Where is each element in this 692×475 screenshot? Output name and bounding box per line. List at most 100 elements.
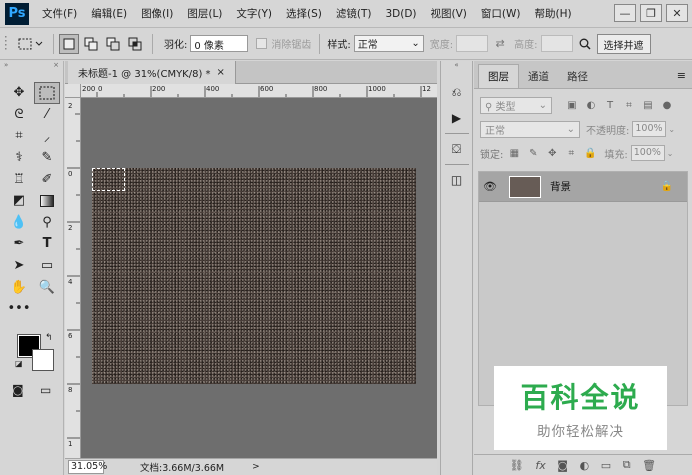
opacity-field[interactable]: 100% xyxy=(632,121,667,137)
menu-select[interactable]: 选择(S) xyxy=(279,6,329,21)
tool-preset-picker[interactable] xyxy=(16,34,46,54)
filter-type-icon[interactable]: T xyxy=(602,97,618,113)
filter-adjustment-icon[interactable]: ◐ xyxy=(583,97,599,113)
fill-field[interactable]: 100% xyxy=(630,145,665,161)
brush-icon[interactable]: ✎ xyxy=(34,147,60,169)
menu-layer[interactable]: 图层(L) xyxy=(180,6,229,21)
group-icon[interactable]: ▭ xyxy=(601,459,611,472)
menu-3d[interactable]: 3D(D) xyxy=(378,8,423,20)
document-tab[interactable]: 未标题-1 @ 31%(CMYK/8) * × xyxy=(68,61,236,84)
search-icon[interactable] xyxy=(575,34,595,54)
filter-pixel-icon[interactable]: ▣ xyxy=(564,97,580,113)
quick-mask-icon[interactable]: ◙ xyxy=(12,383,24,397)
lock-transparency-icon[interactable]: ▦ xyxy=(506,145,522,161)
status-menu-arrow[interactable]: > xyxy=(252,462,260,472)
lasso-icon[interactable]: ᘓ xyxy=(6,104,32,126)
close-tab-icon[interactable]: × xyxy=(217,67,225,78)
lock-all-icon[interactable]: 🔒 xyxy=(582,145,598,161)
chevron-down-icon[interactable]: ⌄ xyxy=(667,149,674,158)
pen-icon[interactable]: ✒ xyxy=(6,233,32,255)
style-select[interactable]: 正常 ⌄ xyxy=(353,35,424,52)
menu-view[interactable]: 视图(V) xyxy=(424,6,474,21)
add-selection-button[interactable] xyxy=(81,34,101,54)
eraser-icon[interactable]: ◩ xyxy=(6,190,32,212)
marquee-selection[interactable] xyxy=(92,168,125,191)
swap-colors-icon[interactable]: ↰ xyxy=(45,333,53,343)
lock-position-icon[interactable]: ✥ xyxy=(544,145,560,161)
background-color-swatch[interactable] xyxy=(32,349,54,371)
crop-icon[interactable]: ⌗ xyxy=(6,125,32,147)
zoom-field[interactable]: 31.05% xyxy=(68,460,107,474)
menu-type[interactable]: 文字(Y) xyxy=(229,6,279,21)
type-tool-icon[interactable]: T xyxy=(34,233,60,255)
height-input[interactable] xyxy=(540,35,573,52)
rectangular-marquee-icon[interactable] xyxy=(34,82,60,104)
canvas-viewport[interactable] xyxy=(81,98,437,458)
hand-tool-icon[interactable]: ✋ xyxy=(6,276,32,298)
close-button[interactable]: ✕ xyxy=(666,4,688,22)
dock-collapse-icon[interactable]: « xyxy=(441,61,472,71)
chevron-down-icon[interactable]: ⌄ xyxy=(668,125,675,134)
more-tools-icon[interactable]: ••• xyxy=(6,298,32,320)
delete-icon[interactable]: 🗑 xyxy=(642,459,656,472)
history-brush-icon[interactable]: ✐ xyxy=(34,168,60,190)
tab-channels[interactable]: 通道 xyxy=(519,65,558,88)
swap-icon[interactable]: ⇄ xyxy=(490,34,510,54)
panel-menu-icon[interactable]: ≡ xyxy=(677,69,686,82)
lock-icon[interactable]: 🔒 xyxy=(661,181,673,192)
menu-file[interactable]: 文件(F) xyxy=(35,6,84,21)
link-icon[interactable]: ⛓ xyxy=(510,459,524,472)
select-and-mask-button[interactable]: 选择并遮 xyxy=(596,33,651,54)
intersect-selection-button[interactable] xyxy=(125,34,145,54)
filter-toggle-icon[interactable]: ● xyxy=(659,97,675,113)
actions-play-icon[interactable]: ▶ xyxy=(445,107,469,129)
antialias-checkbox[interactable] xyxy=(256,38,268,49)
adjustment-icon[interactable]: ◐ xyxy=(580,459,590,472)
blur-icon[interactable]: 💧 xyxy=(6,212,32,234)
blend-mode-select[interactable]: 正常 ⌄ xyxy=(480,120,580,138)
lock-pixels-icon[interactable]: ✎ xyxy=(525,145,541,161)
layer-name[interactable]: 背景 xyxy=(550,179,571,194)
zoom-tool-icon[interactable]: 🔍 xyxy=(34,276,60,298)
collapse-icon[interactable]: » xyxy=(4,61,8,71)
rectangle-tool-icon[interactable]: ▭ xyxy=(34,255,60,277)
eyedropper-icon[interactable]: ⸝ xyxy=(34,125,60,147)
magic-wand-icon[interactable]: ⁄ xyxy=(34,104,60,126)
3d-panel-icon[interactable]: ⛋ xyxy=(445,138,469,160)
healing-brush-icon[interactable]: ⚕ xyxy=(6,147,32,169)
dodge-icon[interactable]: ⚲ xyxy=(34,212,60,234)
move-tool-icon[interactable]: ✥ xyxy=(6,82,32,104)
menu-image[interactable]: 图像(I) xyxy=(134,6,180,21)
tab-paths[interactable]: 路径 xyxy=(558,65,597,88)
filter-shape-icon[interactable]: ⌗ xyxy=(621,97,637,113)
fx-icon[interactable]: fx xyxy=(535,459,545,472)
minimize-button[interactable]: — xyxy=(614,4,636,22)
history-panel-icon[interactable]: ⎌ xyxy=(445,81,469,103)
path-selection-icon[interactable]: ➤ xyxy=(6,255,32,277)
noise-canvas[interactable] xyxy=(92,168,416,384)
gradient-icon[interactable] xyxy=(34,190,60,212)
tab-layers[interactable]: 图层 xyxy=(478,64,519,88)
horizontal-ruler[interactable]: 200 0 200 400 600 800 1000 12 xyxy=(81,84,437,98)
subtract-selection-button[interactable] xyxy=(103,34,123,54)
close-panel-icon[interactable]: × xyxy=(53,61,59,71)
mask-icon[interactable]: ◙ xyxy=(557,459,568,472)
feather-input[interactable]: 0 像素 xyxy=(190,35,249,52)
filter-type-select[interactable]: ⚲ 类型 ⌄ xyxy=(480,96,552,114)
lock-artboard-icon[interactable]: ⌗ xyxy=(563,145,579,161)
width-input[interactable] xyxy=(456,35,489,52)
layer-row[interactable]: 👁 背景 🔒 xyxy=(479,172,687,202)
properties-panel-icon[interactable]: ◫ xyxy=(445,169,469,191)
menu-help[interactable]: 帮助(H) xyxy=(528,6,579,21)
menu-window[interactable]: 窗口(W) xyxy=(474,6,528,21)
screen-mode-icon[interactable]: ▭ xyxy=(40,383,51,397)
filter-smartobject-icon[interactable]: ▤ xyxy=(640,97,656,113)
restore-button[interactable]: ❐ xyxy=(640,4,662,22)
menu-filter[interactable]: 滤镜(T) xyxy=(329,6,379,21)
new-layer-icon[interactable]: ⧉ xyxy=(623,458,631,472)
vertical-ruler[interactable]: 2 0 2 4 6 8 1 xyxy=(65,98,81,458)
menu-edit[interactable]: 编辑(E) xyxy=(84,6,134,21)
default-colors-icon[interactable]: ◪ xyxy=(15,359,23,368)
clone-stamp-icon[interactable]: ♖ xyxy=(6,168,32,190)
eye-icon[interactable]: 👁 xyxy=(479,180,501,193)
